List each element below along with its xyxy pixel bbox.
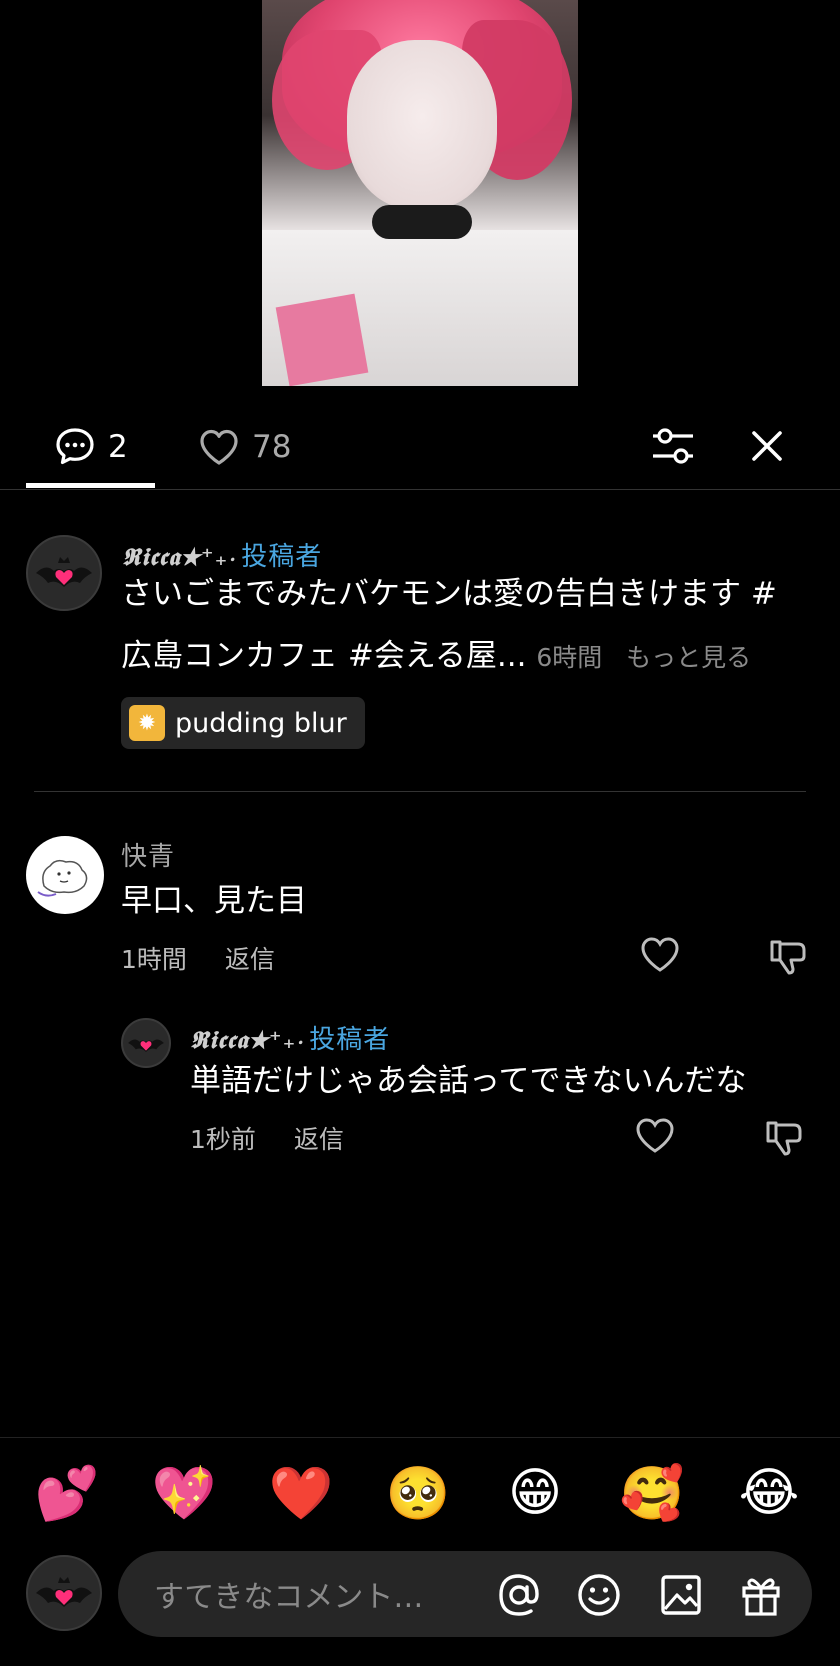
reply-time: 1秒前: [190, 1125, 256, 1154]
video-collar: [372, 205, 472, 239]
at-sign-icon: [499, 1574, 539, 1616]
emoji-pleading[interactable]: 🥺: [385, 1460, 451, 1526]
sliders-icon: [653, 428, 693, 464]
caption-line-1: さいごまでみたバケモンは愛の告白きけます #: [121, 576, 777, 612]
tab-likes[interactable]: 78: [198, 405, 291, 489]
ghost-doodle-icon: [37, 859, 88, 897]
close-button[interactable]: [742, 421, 792, 471]
active-tab-indicator: [26, 483, 155, 488]
bat-heart-icon: [36, 557, 92, 587]
bat-heart-icon: [36, 1577, 92, 1607]
heart-outline-icon: [200, 429, 238, 465]
caption-line-2-text: 広島コンカフェ #会える屋...: [121, 638, 527, 674]
sparkle-icon: ✹: [129, 705, 165, 741]
comment-like-icon[interactable]: [640, 935, 680, 975]
my-avatar[interactable]: [26, 1555, 102, 1631]
comment-composer: すてきなコメント…: [0, 1551, 840, 1666]
tab-comments[interactable]: 2: [54, 405, 128, 489]
effect-chip[interactable]: ✹ pudding blur: [121, 697, 365, 749]
reply-like-icon[interactable]: [635, 1116, 675, 1156]
close-icon: [752, 431, 782, 461]
reply-meta: 1秒前 返信: [190, 1120, 344, 1156]
emoji-two-hearts[interactable]: 💕: [34, 1460, 100, 1526]
like-count: 78: [252, 429, 292, 465]
bat-heart-icon: [128, 1039, 164, 1052]
divider: [34, 791, 806, 792]
emoji-red-heart[interactable]: ❤️: [268, 1460, 334, 1526]
video-thumbnail[interactable]: [262, 0, 578, 386]
comment-time: 1時間: [121, 945, 187, 974]
image-icon: [661, 1575, 701, 1615]
see-more-link[interactable]: もっと見る: [626, 643, 751, 672]
filter-button[interactable]: [648, 421, 698, 471]
comment-user[interactable]: 快青: [121, 836, 175, 873]
emoji-button[interactable]: [576, 1572, 622, 1618]
commenter-avatar[interactable]: [26, 836, 104, 914]
reply-button[interactable]: 返信: [225, 940, 275, 976]
gift-icon: [742, 1578, 780, 1616]
emoji-grin[interactable]: 😁: [502, 1460, 568, 1526]
author-avatar[interactable]: [26, 535, 102, 611]
comment-meta: 1時間 返信: [121, 940, 275, 976]
effect-chip-label: pudding blur: [175, 707, 347, 739]
comment-dislike-icon[interactable]: [768, 936, 808, 976]
post-caption: さいごまでみたバケモンは愛の告白きけます # 広島コンカフェ #会える屋... …: [121, 563, 821, 689]
video-face: [347, 40, 497, 210]
post-time: 6時間: [536, 643, 603, 672]
reply-author-avatar[interactable]: [121, 1018, 171, 1068]
reply-reply-button[interactable]: 返信: [294, 1120, 344, 1156]
comment-text: 早口、見た目: [121, 883, 307, 919]
emoji-quick-bar: 💕 💖 ❤️ 🥺 😁 🥰 😂: [0, 1437, 840, 1552]
smiley-icon: [578, 1574, 620, 1616]
comment-count: 2: [108, 429, 128, 465]
comment-bubble-icon: [56, 428, 94, 465]
mention-button[interactable]: [496, 1572, 542, 1618]
video-tag: [275, 293, 369, 386]
emoji-sparkling-heart[interactable]: 💖: [151, 1460, 217, 1526]
comment-input-placeholder: すてきなコメント…: [154, 1580, 424, 1615]
emoji-tears-of-joy[interactable]: 😂: [736, 1460, 802, 1526]
image-button[interactable]: [658, 1572, 704, 1618]
reply-text: 単語だけじゃあ会話ってできないんだな: [190, 1063, 747, 1099]
comment-input[interactable]: すてきなコメント…: [118, 1551, 812, 1637]
comments-header: 2 78: [0, 405, 840, 490]
emoji-smiling-hearts[interactable]: 🥰: [619, 1460, 685, 1526]
reply-dislike-icon[interactable]: [764, 1117, 804, 1157]
gift-button[interactable]: [738, 1572, 784, 1618]
caption-line-2: 広島コンカフェ #会える屋... 6時間 もっと見る: [121, 625, 821, 689]
